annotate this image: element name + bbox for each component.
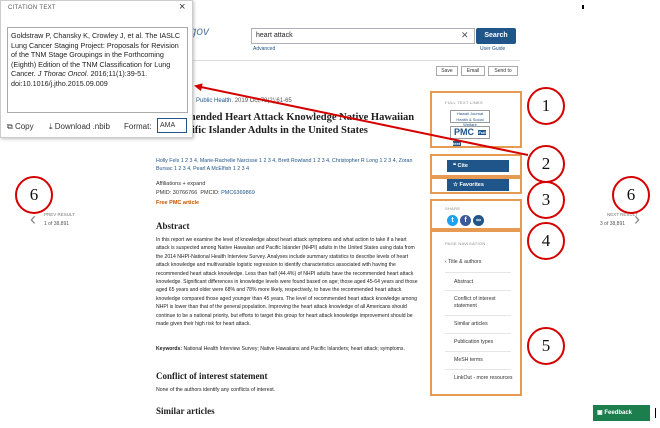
download-nbib-button[interactable]: ⤓ Download .nbib — [49, 122, 110, 132]
citation-text-box[interactable]: Goldstraw P, Chansky K, Crowley J, et al… — [7, 27, 188, 113]
feedback-label: Feedback — [604, 410, 633, 416]
close-icon[interactable]: × — [179, 1, 185, 13]
text-cursor — [655, 408, 656, 418]
download-label: Download .nbib — [54, 122, 110, 131]
feedback-button[interactable]: ▣ Feedback — [593, 405, 650, 421]
format-label: Format: — [124, 122, 152, 131]
citation-popup: CITATION TEXT × Goldstraw P, Chansky K, … — [0, 0, 193, 138]
download-icon: ⤓ — [49, 122, 53, 131]
annotation-circle-3: 3 — [527, 181, 565, 219]
arrow-cite-to-popup — [194, 83, 529, 156]
annotation-circle-5: 5 — [527, 327, 565, 365]
copy-button[interactable]: ⧉ Copy — [7, 122, 34, 132]
annotation-circle-4: 4 — [527, 222, 565, 260]
copy-label: Copy — [14, 122, 34, 131]
copy-icon: ⧉ — [7, 122, 13, 131]
annotation-circle-6-right: 6 — [612, 176, 650, 214]
popup-title: CITATION TEXT — [8, 5, 56, 11]
citation-journal: J Thorac Oncol. — [37, 69, 89, 79]
annotation-circle-1: 1 — [527, 87, 565, 125]
annotation-circle-2: 2 — [527, 145, 565, 183]
annotation-circle-6-left: 6 — [15, 176, 53, 214]
format-select[interactable]: AMA — [157, 118, 187, 133]
